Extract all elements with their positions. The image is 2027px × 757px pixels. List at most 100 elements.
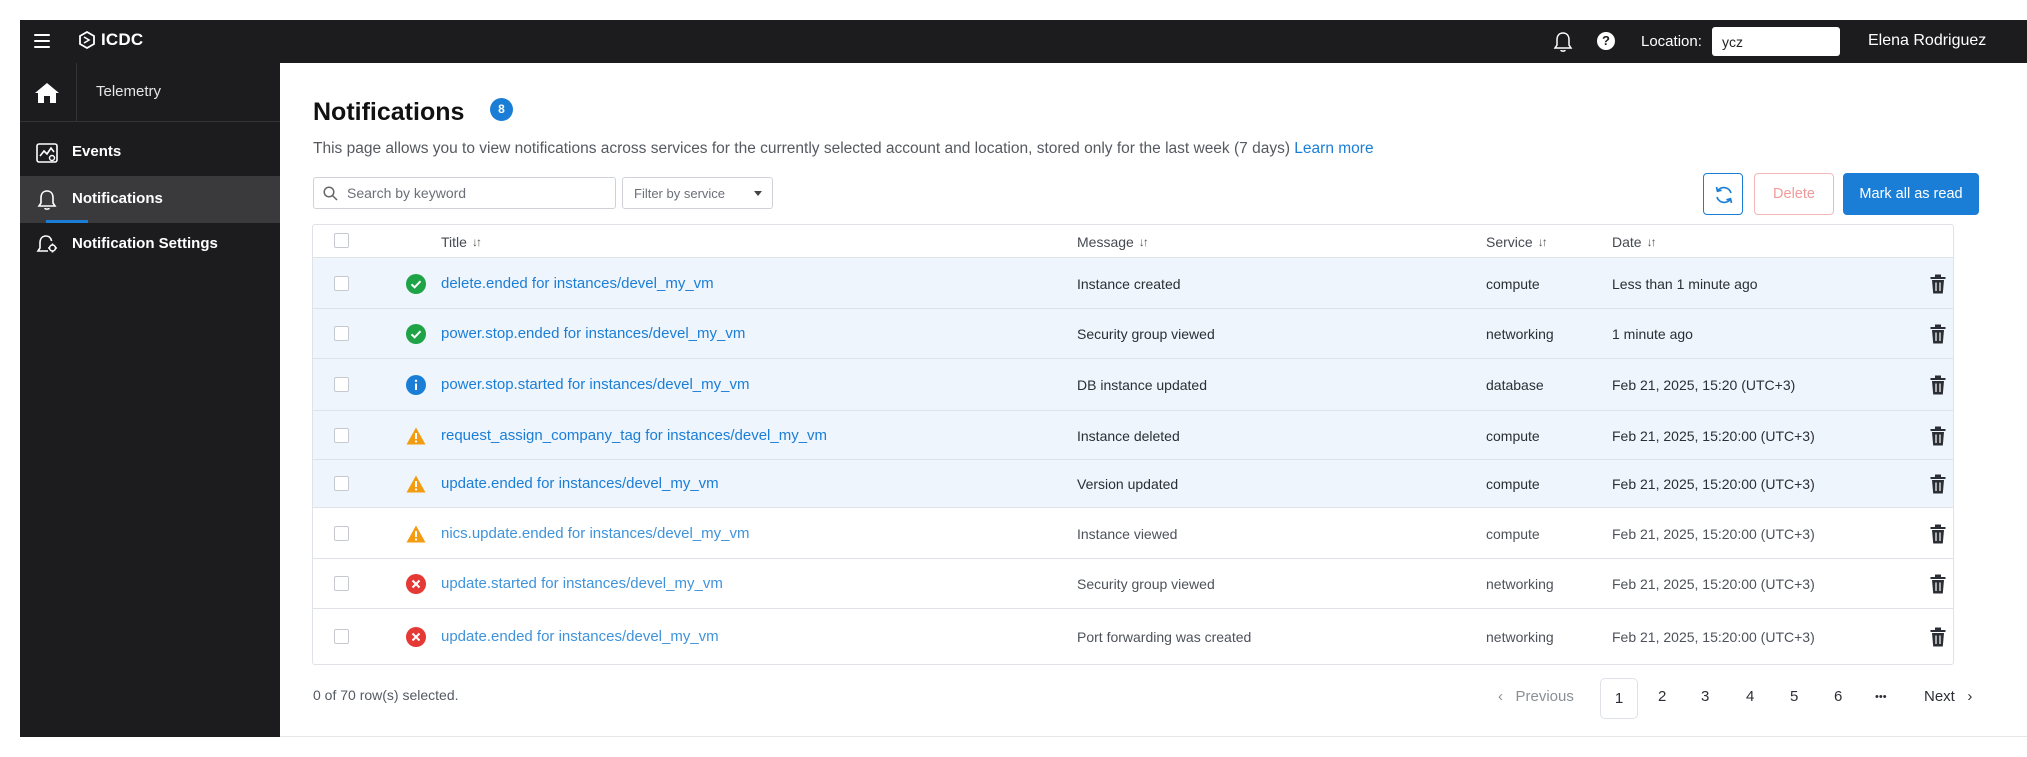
- notification-title-link[interactable]: update.ended for instances/devel_my_vm: [441, 475, 719, 492]
- notification-count-badge: 8: [490, 98, 513, 121]
- trash-icon[interactable]: [1930, 474, 1946, 494]
- message-cell: Port forwarding was created: [1077, 629, 1252, 645]
- trash-icon[interactable]: [1930, 426, 1946, 446]
- sidebar-section-title: Telemetry: [96, 83, 162, 100]
- table-row[interactable]: delete.ended for instances/devel_my_vm In…: [313, 258, 1953, 309]
- row-checkbox[interactable]: [334, 326, 349, 341]
- row-checkbox[interactable]: [334, 576, 349, 591]
- page-button[interactable]: 5: [1790, 688, 1798, 705]
- header-label: Service: [1486, 234, 1533, 250]
- table-row[interactable]: update.started for instances/devel_my_vm…: [313, 559, 1953, 609]
- table-row[interactable]: request_assign_company_tag for instances…: [313, 411, 1953, 460]
- notification-title-link[interactable]: power.stop.started for instances/devel_m…: [441, 376, 749, 393]
- row-checkbox[interactable]: [334, 427, 349, 443]
- app-logo[interactable]: ICDC: [78, 30, 143, 50]
- search-icon: [323, 186, 338, 201]
- table-row[interactable]: update.ended for instances/devel_my_vm Po…: [313, 609, 1953, 664]
- table-row[interactable]: update.ended for instances/devel_my_vm Ve…: [313, 460, 1953, 508]
- notification-title-link[interactable]: power.stop.ended for instances/devel_my_…: [441, 325, 745, 342]
- page-button[interactable]: 3: [1701, 688, 1709, 705]
- mark-all-read-button[interactable]: Mark all as read: [1843, 173, 1979, 215]
- sidebar-item-notification-settings[interactable]: Notification Settings: [20, 221, 280, 268]
- notification-title-link[interactable]: delete.ended for instances/devel_my_vm: [441, 275, 714, 292]
- user-menu[interactable]: Elena Rodriguez: [1868, 32, 1986, 50]
- trash-icon[interactable]: [1930, 375, 1946, 395]
- date-cell: Less than 1 minute ago: [1612, 275, 1758, 292]
- previous-page-button[interactable]: ‹ Previous: [1498, 688, 1574, 705]
- date-cell: Feb 21, 2025, 15:20:00 (UTC+3): [1612, 525, 1815, 542]
- sort-icon[interactable]: ↓↑: [472, 235, 482, 249]
- select-all-checkbox[interactable]: [334, 233, 349, 248]
- delete-button[interactable]: Delete: [1754, 173, 1834, 215]
- table-row[interactable]: power.stop.ended for instances/devel_my_…: [313, 309, 1953, 359]
- row-checkbox[interactable]: [334, 629, 349, 644]
- trash-icon[interactable]: [1930, 574, 1946, 594]
- row-checkbox[interactable]: [334, 275, 349, 291]
- notifications-table: Title ↓↑ Message ↓↑ Service ↓↑ Date ↓↑ delet…: [312, 224, 1954, 665]
- column-header-title[interactable]: Title ↓↑: [441, 234, 482, 250]
- column-header-message[interactable]: Message ↓↑: [1077, 234, 1149, 250]
- notification-title-link[interactable]: update.ended for instances/devel_my_vm: [441, 628, 719, 645]
- app-name: ICDC: [101, 30, 144, 49]
- message-cell: Version updated: [1077, 476, 1179, 492]
- column-header-date[interactable]: Date ↓↑: [1612, 234, 1657, 250]
- home-icon[interactable]: [34, 81, 60, 105]
- sidebar: Telemetry Events Notifications Notificat…: [20, 63, 280, 737]
- date-cell: Feb 21, 2025, 15:20 (UTC+3): [1612, 377, 1796, 393]
- filter-by-service-select[interactable]: Filter by service: [622, 177, 773, 209]
- trash-icon[interactable]: [1930, 274, 1946, 294]
- description-text: This page allows you to view notificatio…: [313, 140, 1290, 157]
- service-cell: compute: [1486, 525, 1540, 542]
- sort-icon[interactable]: ↓↑: [1538, 235, 1548, 249]
- main-content: Notifications 8 This page allows you to …: [280, 63, 2027, 737]
- search-field[interactable]: [313, 177, 616, 209]
- service-cell: database: [1486, 377, 1544, 393]
- sort-icon[interactable]: ↓↑: [1139, 235, 1149, 249]
- help-icon[interactable]: ?: [1597, 32, 1615, 50]
- row-checkbox[interactable]: [334, 525, 349, 541]
- row-checkbox[interactable]: [334, 476, 349, 491]
- sort-icon[interactable]: ↓↑: [1647, 235, 1657, 249]
- table-row[interactable]: power.stop.started for instances/devel_m…: [313, 359, 1953, 411]
- date-cell: Feb 21, 2025, 15:20:00 (UTC+3): [1612, 476, 1815, 492]
- previous-label: Previous: [1515, 688, 1574, 705]
- page-button[interactable]: 4: [1746, 688, 1754, 705]
- service-cell: compute: [1486, 427, 1540, 444]
- sidebar-item-notifications[interactable]: Notifications: [20, 176, 280, 223]
- bell-icon[interactable]: [1552, 30, 1574, 54]
- next-label: Next: [1924, 688, 1955, 705]
- page-button-current[interactable]: 1: [1600, 678, 1638, 719]
- service-cell: networking: [1486, 326, 1554, 342]
- sidebar-item-events[interactable]: Events: [20, 129, 280, 176]
- notification-title-link[interactable]: nics.update.ended for instances/devel_my…: [441, 525, 750, 542]
- hamburger-menu-icon[interactable]: [34, 34, 50, 48]
- next-page-button[interactable]: Next ›: [1924, 688, 1972, 705]
- status-error-icon: [406, 627, 426, 647]
- message-cell: Instance viewed: [1077, 525, 1178, 542]
- page-button[interactable]: 2: [1658, 688, 1666, 705]
- column-header-service[interactable]: Service ↓↑: [1486, 234, 1548, 250]
- notification-title-link[interactable]: update.started for instances/devel_my_vm: [441, 575, 723, 592]
- trash-icon[interactable]: [1930, 324, 1946, 344]
- sidebar-item-label: Events: [72, 143, 122, 160]
- table-row[interactable]: nics.update.ended for instances/devel_my…: [313, 508, 1953, 559]
- status-warning-icon: [406, 426, 426, 446]
- date-cell: Feb 21, 2025, 15:20:00 (UTC+3): [1612, 576, 1815, 592]
- trash-icon[interactable]: [1930, 627, 1946, 647]
- date-cell: 1 minute ago: [1612, 326, 1693, 342]
- date-cell: Feb 21, 2025, 15:20:00 (UTC+3): [1612, 629, 1815, 645]
- location-select[interactable]: [1712, 27, 1840, 56]
- learn-more-link[interactable]: Learn more: [1294, 140, 1373, 157]
- service-cell: networking: [1486, 576, 1554, 592]
- search-input[interactable]: [347, 183, 607, 203]
- notification-title-link[interactable]: request_assign_company_tag for instances…: [441, 427, 827, 444]
- page-title: Notifications: [313, 98, 465, 126]
- trash-icon[interactable]: [1930, 524, 1946, 544]
- row-checkbox[interactable]: [334, 377, 349, 392]
- message-cell: Security group viewed: [1077, 576, 1215, 592]
- page-button[interactable]: 6: [1834, 688, 1842, 705]
- pagination-ellipsis[interactable]: •••: [1875, 691, 1887, 703]
- refresh-button[interactable]: [1703, 173, 1743, 215]
- service-cell: compute: [1486, 476, 1540, 492]
- service-cell: compute: [1486, 275, 1540, 292]
